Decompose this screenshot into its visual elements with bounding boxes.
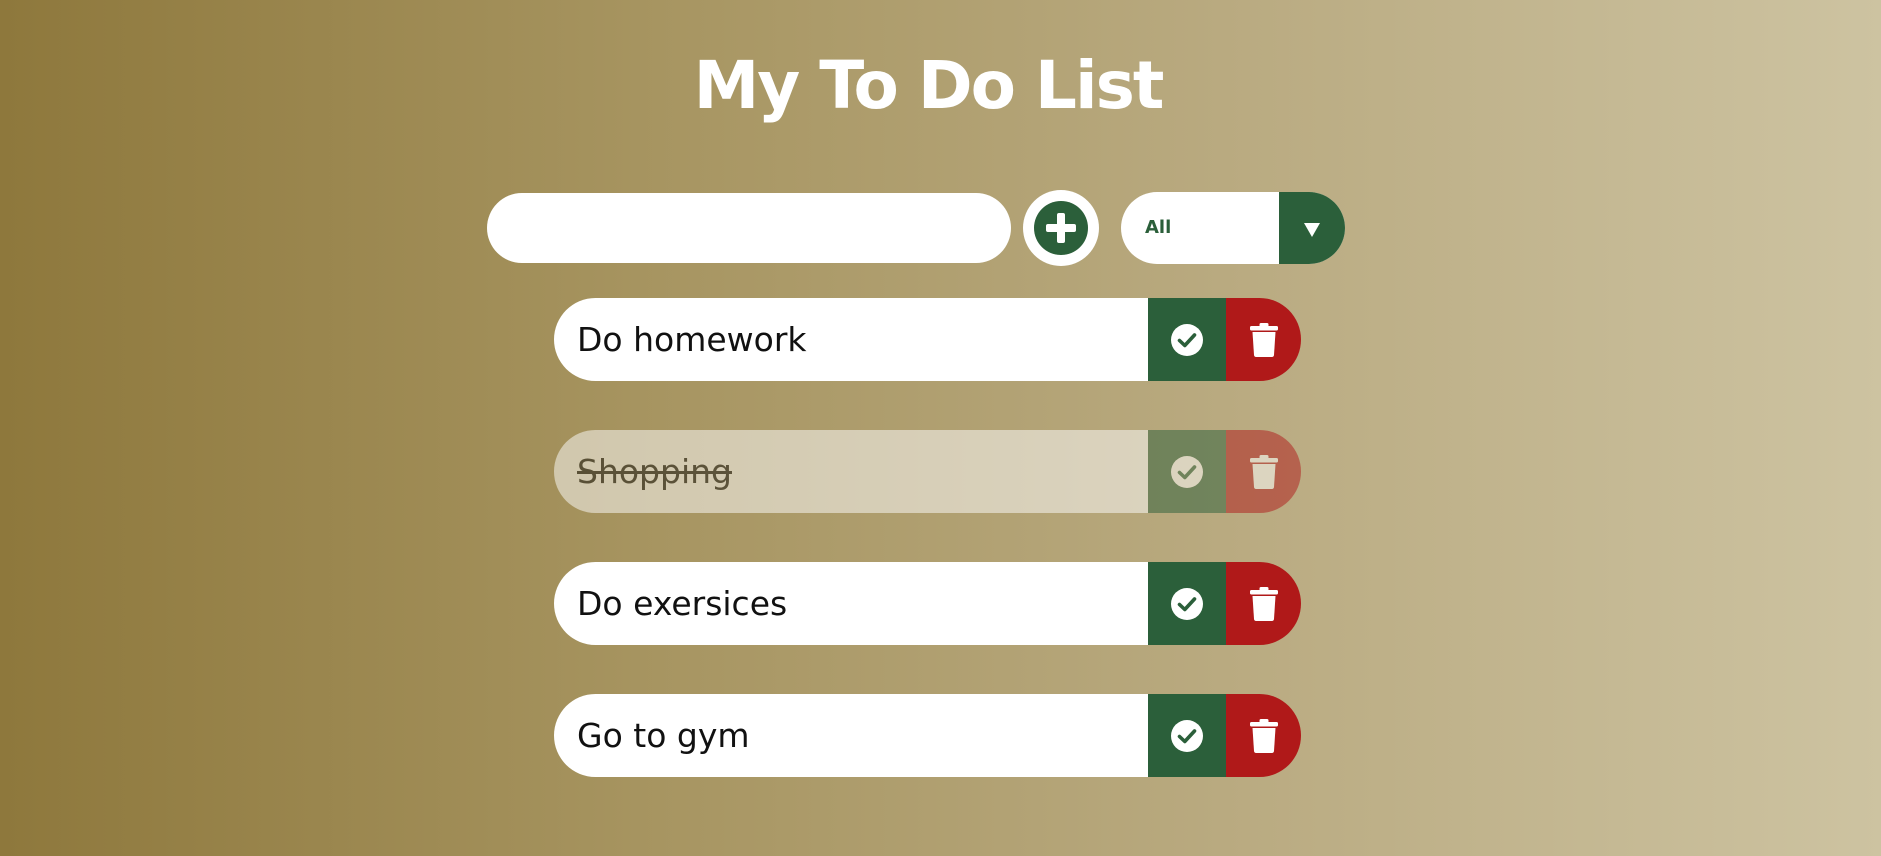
filter-selected-value: All: [1145, 217, 1172, 238]
todo-text: Go to gym: [577, 716, 750, 755]
check-circle-icon: [1171, 455, 1203, 488]
todo-item-completed: Shopping: [554, 430, 1301, 513]
todo-text-container: Shopping: [554, 430, 1148, 513]
delete-button[interactable]: [1226, 562, 1301, 645]
check-circle-icon: [1171, 719, 1203, 752]
trash-icon: [1249, 454, 1278, 489]
todo-item: Do exersices: [554, 562, 1301, 645]
complete-button[interactable]: [1148, 298, 1226, 381]
complete-button[interactable]: [1148, 562, 1226, 645]
todo-text-container: Do homework: [554, 298, 1148, 381]
filter-select[interactable]: All: [1121, 192, 1345, 264]
todo-text: Do exersices: [577, 584, 788, 623]
todo-text: Shopping: [577, 452, 732, 491]
filter-dropdown-toggle[interactable]: [1279, 192, 1345, 264]
trash-icon: [1249, 586, 1278, 621]
delete-button[interactable]: [1226, 694, 1301, 777]
todo-text-container: Go to gym: [554, 694, 1148, 777]
todo-item: Do homework: [554, 298, 1301, 381]
trash-icon: [1249, 322, 1278, 357]
check-circle-icon: [1171, 323, 1203, 356]
todo-text: Do homework: [577, 320, 807, 359]
check-circle-icon: [1171, 587, 1203, 620]
complete-button[interactable]: [1148, 430, 1226, 513]
todo-input[interactable]: [487, 193, 1011, 263]
trash-icon: [1249, 718, 1278, 753]
delete-button[interactable]: [1226, 298, 1301, 381]
todo-text-container: Do exersices: [554, 562, 1148, 645]
add-todo-button[interactable]: [1023, 190, 1099, 266]
plus-circle-icon: [1034, 201, 1088, 255]
delete-button[interactable]: [1226, 430, 1301, 513]
page-title: My To Do List: [693, 47, 1165, 124]
todo-input-container: [487, 193, 1011, 263]
complete-button[interactable]: [1148, 694, 1226, 777]
caret-down-icon: [1304, 223, 1320, 237]
todo-item: Go to gym: [554, 694, 1301, 777]
